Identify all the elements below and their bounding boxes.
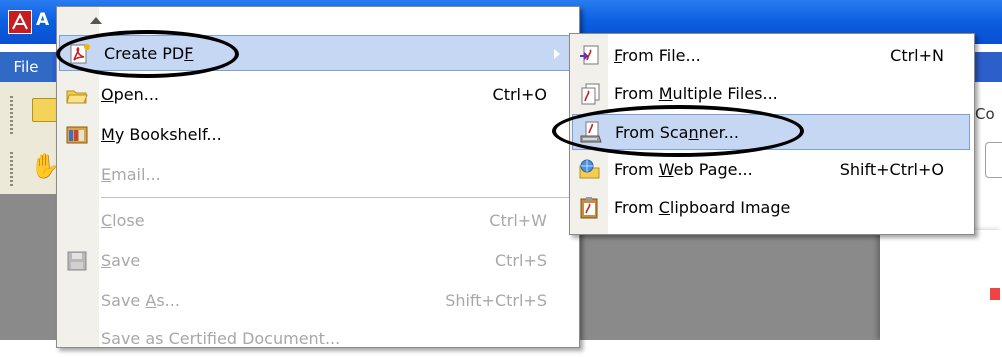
from-web-page-icon [578, 158, 602, 182]
submenu-item-from-scanner[interactable]: From Scanner... [572, 114, 970, 150]
file-menu-item-save[interactable]: Save Ctrl+S [57, 243, 577, 279]
save-disk-icon [65, 249, 89, 273]
file-menu: Create PDF Open... Ctrl+O My Bookshelf... Em… [56, 6, 580, 348]
submenu-item-shortcut: Shift+Ctrl+O [839, 160, 944, 179]
file-menu-item-my-bookshelf[interactable]: My Bookshelf... [57, 117, 577, 153]
file-menu-item-shortcut: Ctrl+O [492, 85, 547, 104]
submenu-item-from-file[interactable]: From File... Ctrl+N [572, 38, 970, 74]
right-panel-field[interactable] [985, 142, 1002, 178]
open-folder-icon [65, 83, 89, 107]
submenu-item-label: From Web Page... [614, 160, 753, 179]
file-menu-item-label: Create PDF [104, 44, 194, 63]
file-menu-item-open[interactable]: Open... Ctrl+O [57, 77, 577, 113]
from-file-icon [578, 44, 602, 68]
submenu-item-label: From Scanner... [615, 123, 739, 142]
from-clipboard-icon [578, 196, 602, 220]
right-panel-label: Co [975, 105, 995, 123]
create-pdf-icon [68, 42, 92, 66]
file-menu-item-label: Close [101, 211, 145, 230]
submenu-item-from-multiple-files[interactable]: From Multiple Files... [572, 76, 970, 112]
submenu-item-shortcut: Ctrl+N [890, 46, 944, 65]
file-menu-item-label: Save As... [101, 291, 180, 310]
file-menu-item-shortcut: Shift+Ctrl+S [445, 291, 547, 310]
from-multiple-files-icon [578, 82, 602, 106]
file-menu-item-save-as[interactable]: Save As... Shift+Ctrl+S [57, 283, 577, 319]
from-scanner-icon [579, 121, 603, 145]
menu-scroll-up-icon[interactable] [90, 17, 102, 24]
bookshelf-icon [65, 123, 89, 147]
submenu-arrow-icon [554, 49, 560, 59]
file-menu-item-label: Save [101, 251, 141, 270]
acrobat-logo-icon [8, 10, 32, 34]
file-menu-item-save-as-certified-document[interactable]: Save as Certified Document... [57, 321, 577, 357]
window-title: A [36, 10, 50, 30]
file-menu-item-shortcut: Ctrl+S [494, 251, 547, 270]
file-menu-item-email[interactable]: Email... [57, 157, 577, 193]
toolbar-grip-2[interactable] [10, 152, 13, 186]
menu-file[interactable]: File [0, 52, 52, 82]
create-pdf-submenu: From File... Ctrl+N From Multiple Files...… [569, 33, 975, 235]
file-menu-item-label: My Bookshelf... [101, 125, 222, 144]
submenu-item-label: From File... [614, 46, 701, 65]
file-menu-item-create-pdf[interactable]: Create PDF [59, 35, 575, 71]
document-page [880, 230, 1002, 340]
submenu-item-label: From Clipboard Image [614, 198, 791, 217]
document-marker [990, 288, 1000, 300]
file-menu-item-shortcut: Ctrl+W [489, 211, 547, 230]
file-menu-item-label: Open... [101, 85, 159, 104]
file-menu-item-close[interactable]: Close Ctrl+W [57, 203, 577, 239]
file-menu-item-label: Email... [101, 165, 161, 184]
submenu-item-from-web-page[interactable]: From Web Page... Shift+Ctrl+O [572, 152, 970, 188]
toolbar-grip[interactable] [10, 96, 13, 134]
menu-separator [101, 197, 575, 198]
submenu-item-from-clipboard-image[interactable]: From Clipboard Image [572, 190, 970, 226]
file-menu-item-label: Save as Certified Document... [101, 329, 341, 348]
submenu-item-label: From Multiple Files... [614, 84, 778, 103]
